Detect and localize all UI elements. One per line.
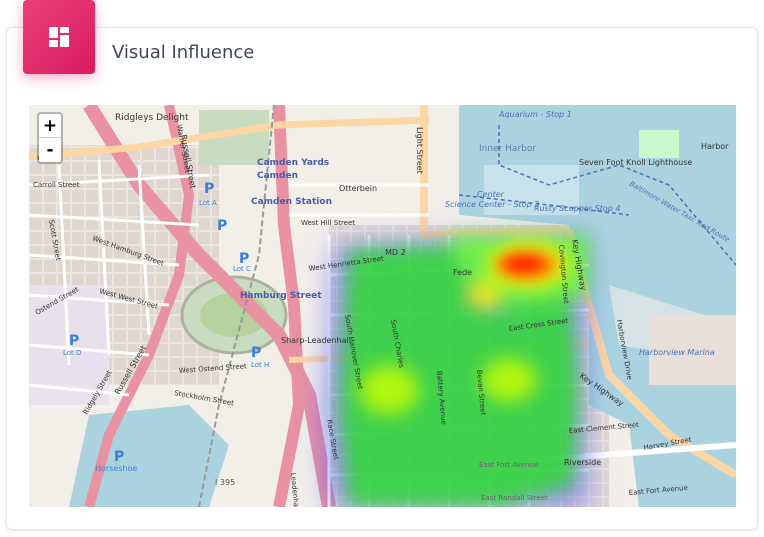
label-east-randall: East Randall Street (481, 494, 548, 502)
label-camden-station: Camden Station (251, 197, 332, 207)
label-west-hill: West Hill Street (301, 219, 355, 227)
parking-icon-horseshoe: P (114, 449, 124, 465)
label-i395: I 395 (215, 478, 235, 487)
label-harborview-marina: Harborview Marina (639, 348, 715, 357)
label-lot-a: Lot A (199, 199, 217, 207)
zoom-out-button[interactable]: - (39, 138, 61, 162)
label-inner-harbor: Inner Harbor (479, 144, 536, 154)
heatmap-map[interactable]: P P P P P P Ridgleys Delight ward Carrol… (29, 105, 736, 507)
label-camden-yards: Camden Yards (257, 158, 329, 168)
label-rusty-scupper: Rusty Scupper Stop 4 (534, 204, 621, 213)
label-science-center: Science Center - Stop 3 (445, 200, 539, 209)
parking-icon-lot-d: P (69, 333, 79, 349)
label-seven-foot: Seven Foot Knoll Lighthouse (579, 158, 692, 167)
label-lot-h: Lot H (251, 361, 269, 369)
label-carroll-street: Carroll Street (33, 181, 80, 189)
label-ridgleys-delight: Ridgleys Delight (115, 113, 189, 123)
zoom-in-button[interactable]: + (39, 114, 61, 138)
label-sharp-leadenhall: Sharp-Leadenhall (281, 336, 351, 345)
park-ne (639, 130, 679, 158)
label-harbor: Harbor (701, 142, 729, 151)
label-aquarium-stop: Aquarium - Stop 1 (498, 110, 572, 119)
label-lot-c: Lot C (233, 265, 251, 273)
label-hamburg-street: Hamburg Street (240, 291, 322, 301)
label-camden: Camden (257, 171, 298, 181)
parking-icon-2: P (217, 218, 227, 234)
parking-icon-lot-h: P (251, 345, 261, 361)
card-header-icon (23, 0, 95, 74)
label-horseshoe: Horseshoe (95, 464, 137, 473)
zoom-control: + - (37, 112, 63, 164)
card-title: Visual Influence (112, 42, 255, 63)
dashboard-icon (49, 27, 69, 47)
label-lot-d: Lot D (63, 349, 81, 357)
label-otterbein: Otterbein (339, 184, 377, 193)
label-center: Center (477, 190, 505, 199)
label-light-street: Light Street (415, 127, 424, 174)
label-fede: Fede (453, 268, 472, 277)
label-riverside: Riverside (564, 458, 601, 467)
parking-icon-lot-a: P (204, 181, 214, 197)
label-md2: MD 2 (385, 248, 406, 257)
label-east-fort: East Fort Avenue (479, 461, 538, 469)
